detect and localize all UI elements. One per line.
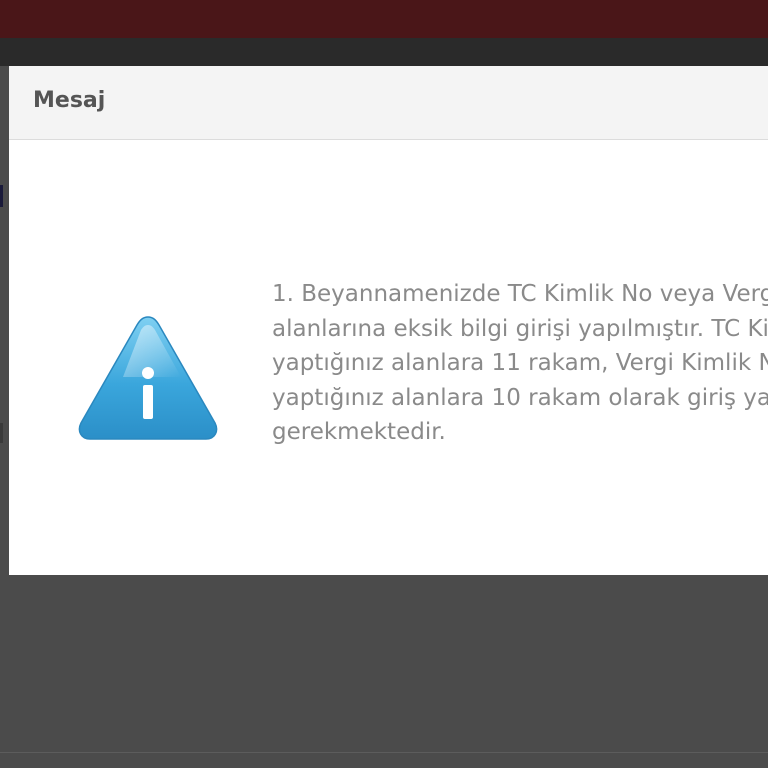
background-page-edge — [0, 423, 3, 443]
app-nav-bar — [0, 38, 768, 66]
dialog-header[interactable]: Mesaj — [9, 66, 768, 140]
message-line: yaptığınız alanlara 11 rakam, Vergi Kiml… — [272, 350, 768, 376]
message-line: gerekmektedir. — [272, 419, 446, 445]
message-dialog: Mesaj 1. Beyannamenizde TC Kimlik No vey… — [9, 66, 768, 575]
message-line: 1. Beyannamenizde TC Kimlik No veya Verg… — [272, 281, 768, 307]
message-line: yaptığınız alanlara 10 rakam olarak giri… — [272, 384, 768, 411]
background-divider — [0, 752, 768, 753]
background-page-edge — [0, 185, 3, 207]
dialog-title: Mesaj — [33, 88, 106, 113]
message-line: alanlarına eksik bilgi girişi yapılmıştı… — [272, 315, 768, 342]
app-top-bar — [0, 0, 768, 38]
dialog-message: 1. Beyannamenizde TC Kimlik No veya Verg… — [272, 277, 768, 450]
info-warning-triangle-icon — [78, 316, 218, 440]
